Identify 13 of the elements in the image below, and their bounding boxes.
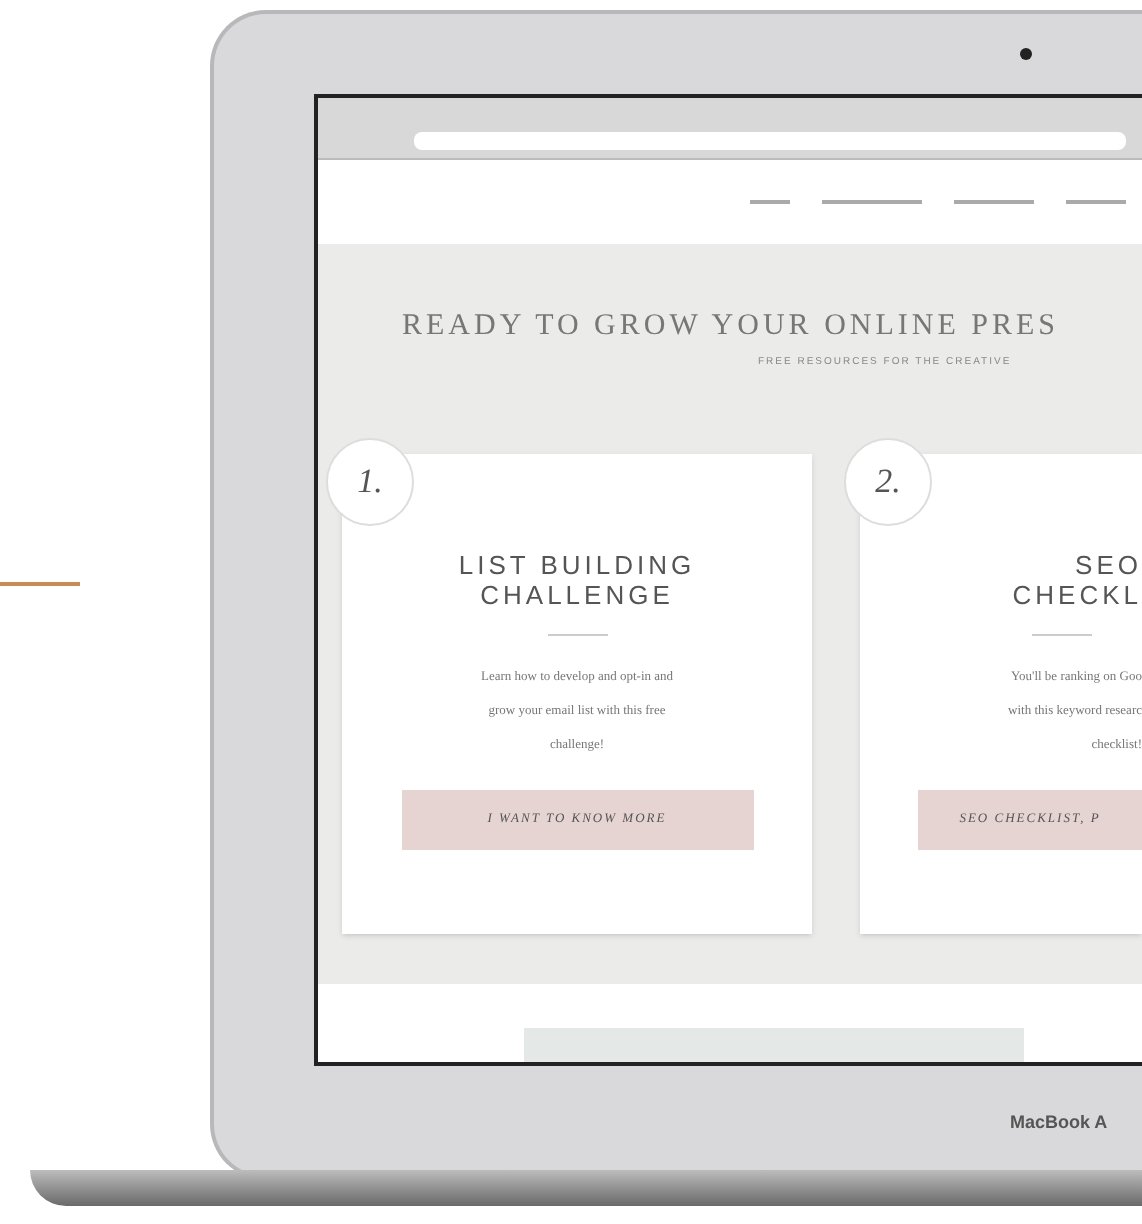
blurred-nav-link[interactable] — [750, 200, 790, 204]
hero-title: READY TO GROW YOUR ONLINE PRES — [402, 308, 1059, 346]
blurred-nav-link[interactable] — [954, 200, 1034, 204]
step-number: 2. — [844, 438, 932, 526]
step-number: 1. — [326, 438, 414, 526]
accent-line — [0, 582, 80, 586]
card-title-line: CHALLENGE — [480, 580, 674, 610]
card-title-line: SEO — [1075, 550, 1142, 580]
card-title-line: LIST BUILDING — [458, 550, 696, 580]
blurred-nav-link[interactable] — [822, 200, 922, 204]
blurred-nav-link[interactable] — [1066, 200, 1126, 204]
card-title-line: CHECKL — [1012, 580, 1142, 610]
laptop-label: MacBook A — [1010, 1110, 1108, 1136]
